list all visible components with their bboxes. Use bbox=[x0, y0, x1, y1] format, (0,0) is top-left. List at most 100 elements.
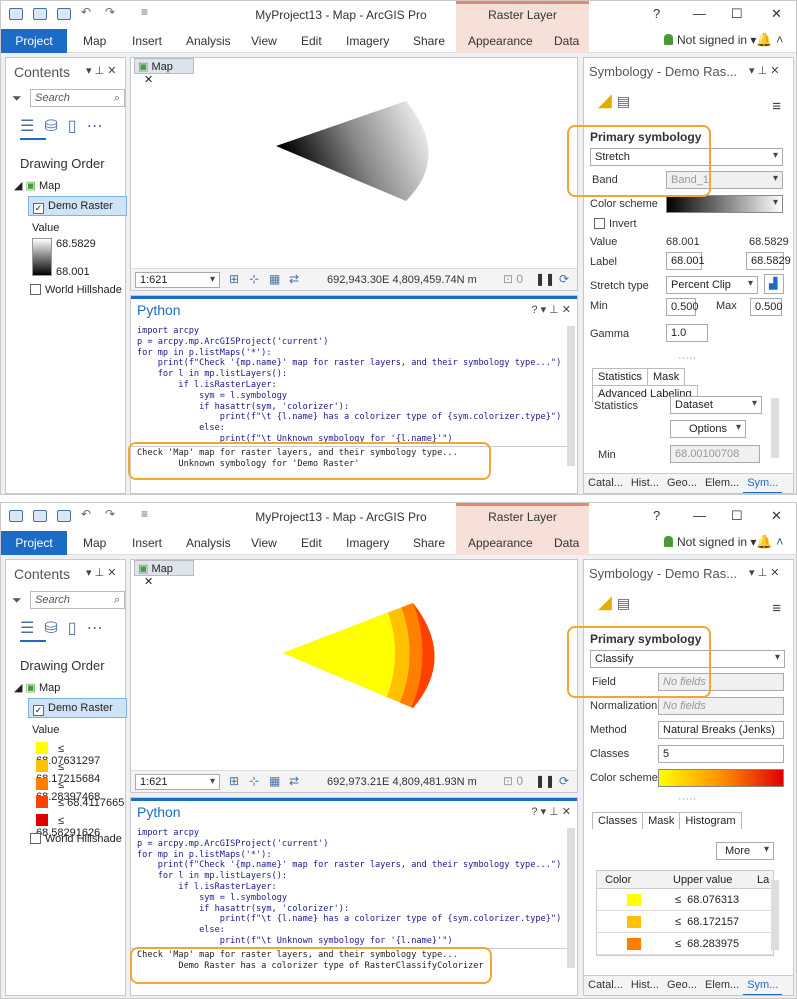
tab-analysis[interactable]: Analysis bbox=[186, 34, 231, 48]
visibility-checkbox[interactable]: ✓ bbox=[33, 705, 44, 716]
stretch-type-dropdown[interactable]: Percent Clip bbox=[666, 276, 758, 294]
map-view[interactable]: ▣ Map ✕ 1:621 ⊞ ⊹ ▦ ⇄ 692,943.30E 4,809,… bbox=[130, 57, 578, 291]
map-tab[interactable]: ▣ Map ✕ bbox=[134, 560, 194, 588]
table-scrollbar[interactable] bbox=[771, 880, 779, 950]
more-icon[interactable]: ⋯ bbox=[87, 618, 103, 638]
map-node[interactable]: ◢ ▣ Map bbox=[14, 179, 60, 192]
tab-edit[interactable]: Edit bbox=[301, 34, 322, 48]
map-node[interactable]: ◢ ▣ Map bbox=[14, 681, 60, 694]
snap-icon[interactable]: ⊹ bbox=[249, 272, 259, 286]
visibility-checkbox[interactable] bbox=[30, 284, 41, 295]
filter-icon[interactable]: ⏷ bbox=[12, 91, 22, 106]
table-row[interactable]: ≤ 68.172157 bbox=[597, 911, 773, 933]
pane-options-icon[interactable]: ▾ ⊥ ✕ bbox=[749, 566, 779, 579]
notification-icon[interactable]: 🔔 bbox=[756, 32, 772, 48]
symbology-scrollbar[interactable] bbox=[771, 398, 779, 458]
tab-history[interactable]: Hist... bbox=[627, 474, 663, 492]
selection-icon[interactable]: ▯ bbox=[68, 116, 77, 136]
visibility-checkbox[interactable]: ✓ bbox=[33, 203, 44, 214]
tab-imagery[interactable]: Imagery bbox=[346, 536, 389, 550]
tab-classes[interactable]: Classes bbox=[592, 812, 644, 829]
tab-map[interactable]: Map bbox=[83, 34, 106, 48]
layer-world-hillshade[interactable]: World Hillshade bbox=[30, 833, 122, 845]
tab-share[interactable]: Share bbox=[413, 536, 445, 550]
navigator-icon[interactable]: ⇄ bbox=[289, 774, 299, 788]
method-dropdown[interactable]: Natural Breaks (Jenks) bbox=[658, 721, 784, 739]
navigator-icon[interactable]: ⇄ bbox=[289, 272, 299, 286]
gamma-input[interactable]: 1.0 bbox=[666, 324, 708, 342]
python-scrollbar[interactable] bbox=[567, 326, 575, 466]
help-button[interactable]: ? bbox=[653, 508, 660, 523]
layer-demo-raster[interactable]: ✓ Demo Raster bbox=[28, 196, 127, 216]
tab-map[interactable]: Map bbox=[83, 536, 106, 550]
tab-data[interactable]: Data bbox=[554, 536, 579, 550]
pane-options-icon[interactable]: ▾ ⊥ ✕ bbox=[86, 566, 116, 579]
map-view[interactable]: ▣ Map ✕ 1:621 ⊞ ⊹ ▦ ⇄ 692,973.21E 4,809,… bbox=[130, 559, 578, 793]
tab-catalog[interactable]: Catal... bbox=[584, 474, 627, 492]
pane-options-icon[interactable]: ▾ ⊥ ✕ bbox=[749, 64, 779, 77]
tab-catalog[interactable]: Catal... bbox=[584, 976, 627, 994]
secondary-symbology-icon[interactable]: ▤ bbox=[617, 93, 630, 109]
color-scheme-dropdown[interactable] bbox=[666, 195, 783, 213]
tab-element[interactable]: Elem... bbox=[701, 474, 743, 492]
data-source-icon[interactable]: ⛁ bbox=[44, 116, 57, 136]
collapse-ribbon-icon[interactable]: ˄ bbox=[776, 32, 784, 47]
tab-geoprocessing[interactable]: Geo... bbox=[663, 976, 701, 994]
tab-history[interactable]: Hist... bbox=[627, 976, 663, 994]
layer-demo-raster[interactable]: ✓ Demo Raster bbox=[28, 698, 127, 718]
snap-icon[interactable]: ⊹ bbox=[249, 774, 259, 788]
tab-project[interactable]: Project bbox=[1, 531, 67, 555]
options-button[interactable]: Options bbox=[670, 420, 746, 438]
scale-dropdown[interactable]: 1:621 bbox=[135, 272, 220, 288]
refresh-icon[interactable]: ⟳ bbox=[559, 272, 569, 286]
table-row[interactable]: ≤ 68.283975 bbox=[597, 933, 773, 955]
normalization-dropdown[interactable]: No fields bbox=[658, 697, 784, 715]
tab-view[interactable]: View bbox=[251, 34, 277, 48]
tab-share[interactable]: Share bbox=[413, 34, 445, 48]
splitter-handle[interactable]: ····· bbox=[678, 793, 696, 805]
close-button[interactable]: ✕ bbox=[771, 508, 782, 524]
table-row[interactable]: ≤ 68.076313 bbox=[597, 889, 773, 911]
maximize-button[interactable]: ☐ bbox=[731, 508, 743, 524]
more-icon[interactable]: ⋯ bbox=[87, 116, 103, 136]
menu-icon[interactable]: ≡ bbox=[772, 600, 781, 617]
drawing-order-icon[interactable]: ☰ bbox=[20, 116, 34, 136]
layer-world-hillshade[interactable]: World Hillshade bbox=[30, 284, 122, 296]
pause-icon[interactable]: ❚❚ bbox=[535, 774, 555, 788]
more-button[interactable]: More bbox=[716, 842, 774, 860]
scale-dropdown[interactable]: 1:621 bbox=[135, 774, 220, 790]
grid-icon[interactable]: ⊞ bbox=[229, 272, 239, 286]
tab-symbology[interactable]: Sym... bbox=[743, 976, 783, 995]
notification-icon[interactable]: 🔔 bbox=[756, 534, 772, 550]
contents-search-input[interactable]: Search ⌕ bbox=[30, 89, 125, 107]
tab-element[interactable]: Elem... bbox=[701, 976, 743, 994]
map-tab[interactable]: ▣ Map ✕ bbox=[134, 58, 194, 86]
primary-symbology-icon[interactable]: ◢ bbox=[598, 592, 612, 612]
minimize-button[interactable]: — bbox=[693, 508, 706, 523]
minimize-button[interactable]: — bbox=[693, 6, 706, 21]
label-low-input[interactable]: 68.001 bbox=[666, 252, 705, 270]
table-icon[interactable]: ▦ bbox=[269, 272, 280, 286]
data-source-icon[interactable]: ⛁ bbox=[44, 618, 57, 638]
tab-appearance[interactable]: Appearance bbox=[468, 536, 533, 550]
color-scheme-dropdown[interactable] bbox=[658, 769, 784, 787]
python-scrollbar[interactable] bbox=[567, 828, 575, 968]
tab-statistics[interactable]: Statistics bbox=[592, 368, 649, 385]
drawing-order-icon[interactable]: ☰ bbox=[20, 618, 34, 638]
tab-view[interactable]: View bbox=[251, 536, 277, 550]
tab-histogram[interactable]: Histogram bbox=[679, 812, 742, 829]
primary-symbology-icon[interactable]: ◢ bbox=[598, 90, 612, 110]
tab-analysis[interactable]: Analysis bbox=[186, 536, 231, 550]
maximize-button[interactable]: ☐ bbox=[731, 6, 743, 22]
selection-icon[interactable]: ▯ bbox=[68, 618, 77, 638]
tab-edit[interactable]: Edit bbox=[301, 536, 322, 550]
splitter-handle[interactable]: ····· bbox=[678, 352, 696, 364]
table-icon[interactable]: ▦ bbox=[269, 774, 280, 788]
tab-imagery[interactable]: Imagery bbox=[346, 34, 389, 48]
tab-data[interactable]: Data bbox=[554, 34, 579, 48]
refresh-icon[interactable]: ⟳ bbox=[559, 774, 569, 788]
label-high-input[interactable]: 68.5829 bbox=[746, 252, 791, 270]
tab-insert[interactable]: Insert bbox=[132, 536, 162, 550]
tab-appearance[interactable]: Appearance bbox=[468, 34, 533, 48]
secondary-symbology-icon[interactable]: ▤ bbox=[617, 595, 630, 611]
